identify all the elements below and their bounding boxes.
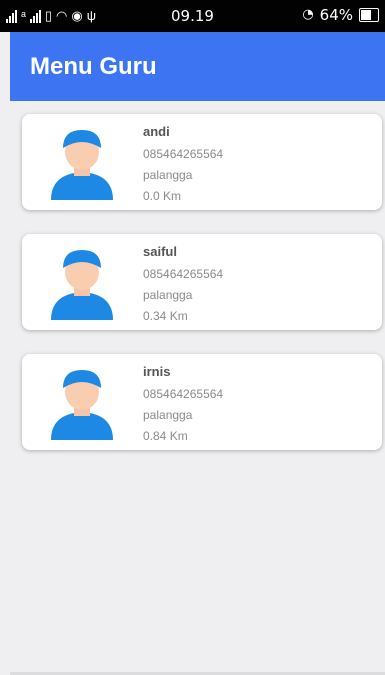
teacher-info: saiful 085464265564 palangga 0.34 Km xyxy=(143,244,223,330)
notification-icon: ▯ xyxy=(44,8,52,23)
teacher-phone: 085464265564 xyxy=(143,267,224,281)
teacher-city: palangga xyxy=(143,288,193,302)
signal-icon xyxy=(6,9,17,23)
teacher-list: andi 085464265564 palangga 0.0 Km saiful… xyxy=(22,114,382,474)
teacher-distance: 0.34 Km xyxy=(143,309,188,323)
sim-icon: ᵃ xyxy=(21,8,26,23)
battery-percent: 64% xyxy=(319,6,353,24)
teacher-city: palangga xyxy=(143,168,193,182)
alarm-icon: ◔ xyxy=(302,7,314,22)
status-icons-left: ᵃ ▯ ◠ ◉ ψ xyxy=(0,9,96,23)
teacher-info: irnis 085464265564 palangga 0.84 Km xyxy=(143,364,223,450)
teacher-name: andi xyxy=(143,124,170,139)
teacher-name: irnis xyxy=(143,364,171,379)
battery-fill xyxy=(361,10,371,20)
teacher-card[interactable]: saiful 085464265564 palangga 0.34 Km xyxy=(22,234,382,330)
status-time: 09.19 xyxy=(171,7,214,25)
teacher-avatar-icon xyxy=(51,130,113,200)
teacher-distance: 0.84 Km xyxy=(143,429,188,443)
app-bar: Menu Guru xyxy=(10,32,385,101)
teacher-card[interactable]: irnis 085464265564 palangga 0.84 Km xyxy=(22,354,382,450)
sync-icon: ◉ xyxy=(71,8,83,23)
teacher-info: andi 085464265564 palangga 0.0 Km xyxy=(143,124,223,210)
wifi-icon: ◠ xyxy=(56,8,68,23)
teacher-distance: 0.0 Km xyxy=(143,189,182,203)
teacher-avatar-icon xyxy=(51,250,113,320)
teacher-phone: 085464265564 xyxy=(143,147,224,161)
teacher-avatar-icon xyxy=(51,370,113,440)
teacher-card[interactable]: andi 085464265564 palangga 0.0 Km xyxy=(22,114,382,210)
page-title: Menu Guru xyxy=(30,52,157,80)
teacher-city: palangga xyxy=(143,408,193,422)
app-screen: ᵃ ▯ ◠ ◉ ψ 09.19 ◔ 64% Menu Guru andi 085… xyxy=(0,0,385,675)
usb-icon: ψ xyxy=(86,8,96,23)
teacher-phone: 085464265564 xyxy=(143,387,224,401)
status-bar: ᵃ ▯ ◠ ◉ ψ 09.19 ◔ 64% xyxy=(0,0,385,32)
signal-icon xyxy=(29,9,41,23)
teacher-name: saiful xyxy=(143,244,177,259)
status-icons-right: ◔ 64% xyxy=(302,6,379,24)
battery-icon xyxy=(359,8,379,22)
